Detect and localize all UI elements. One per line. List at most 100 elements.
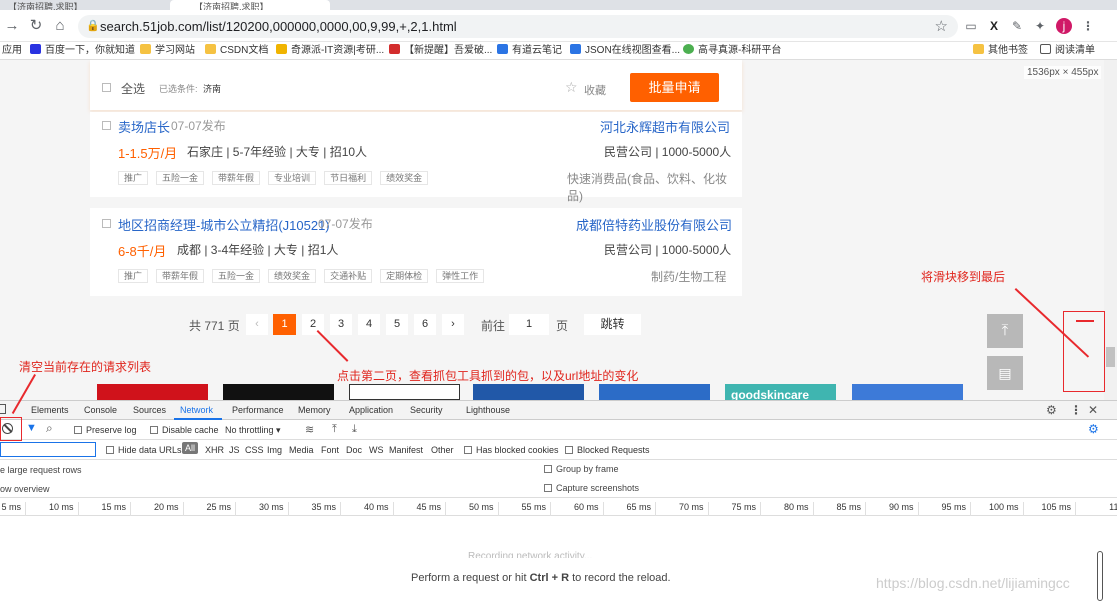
goto-page-input[interactable]: 1 (509, 314, 549, 335)
bookmark-item[interactable]: 奇源派-IT资源|考研... (276, 44, 384, 58)
blocked-requests-toggle[interactable]: Blocked Requests (565, 445, 650, 455)
job-title[interactable]: 卖场店长 (118, 117, 170, 136)
device-toolbar-icon[interactable] (0, 404, 6, 414)
page-3-button[interactable]: 3 (330, 314, 352, 335)
browser-tab-active[interactable]: 【济南招聘,求职】 (170, 0, 330, 10)
preserve-log-toggle[interactable]: Preserve log (74, 425, 137, 435)
ad-banner[interactable] (349, 384, 460, 400)
page-scrollbar[interactable] (1104, 60, 1117, 400)
tab-console[interactable]: Console (84, 405, 117, 415)
ad-banner[interactable] (852, 384, 963, 400)
forward-icon[interactable]: → (2, 16, 22, 36)
tab-performance[interactable]: Performance (232, 405, 284, 415)
timeline-tick: 80 ms (762, 502, 814, 516)
bookmark-item[interactable]: 高寻真源-科研平台 (683, 44, 781, 58)
tab-sources[interactable]: Sources (133, 405, 166, 415)
search-icon[interactable]: ⌕ (46, 421, 53, 436)
devtools-menu-icon[interactable]: ⋮ (1070, 403, 1082, 417)
page-6-button[interactable]: 6 (414, 314, 436, 335)
next-page-button[interactable]: › (442, 314, 464, 335)
reading-list[interactable]: 阅读清单 (1040, 44, 1095, 58)
filter-type-js[interactable]: JS (229, 445, 240, 455)
menu-kebab-icon[interactable]: ⋮ (1080, 18, 1096, 34)
bookmark-item[interactable]: JSON在线视图查看... (570, 44, 680, 58)
back-to-top-icon[interactable]: ⤒ (987, 314, 1023, 348)
filter-type-doc[interactable]: Doc (346, 445, 362, 455)
profile-avatar[interactable]: j (1056, 18, 1072, 34)
ad-banner[interactable] (223, 384, 334, 400)
close-devtools-icon[interactable]: ✕ (1088, 403, 1098, 417)
ad-banner[interactable]: goodskincare (725, 384, 836, 400)
tab-memory[interactable]: Memory (298, 405, 331, 415)
show-overview-toggle[interactable]: ow overview (0, 484, 50, 494)
job-card[interactable]: 卖场店长 07-07发布 河北永辉超市有限公司 1-1.5万/月 石家庄 | 5… (90, 112, 742, 203)
bookmark-apps[interactable]: 应用 (2, 44, 22, 58)
bookmark-item[interactable]: CSDN文档 (205, 44, 268, 58)
feedback-icon[interactable]: ▤ (987, 356, 1023, 390)
reload-icon[interactable]: ↻ (26, 16, 46, 36)
capture-screenshots-toggle[interactable]: Capture screenshots (544, 483, 639, 493)
import-har-icon[interactable]: ⤒ (332, 423, 337, 436)
tab-network[interactable]: Network (180, 405, 213, 415)
extension-feather-icon[interactable]: ✎ (1009, 18, 1025, 34)
filter-type-font[interactable]: Font (321, 445, 339, 455)
favorite-button[interactable]: 收藏 (584, 82, 606, 98)
ad-banner[interactable] (599, 384, 710, 400)
filter-type-img[interactable]: Img (267, 445, 282, 455)
bookmark-star-icon[interactable]: ☆ (935, 17, 948, 35)
job-checkbox[interactable] (102, 219, 111, 228)
page-1-button[interactable]: 1 (273, 314, 296, 335)
network-settings-icon[interactable]: ⚙ (1088, 422, 1099, 436)
filter-type-media[interactable]: Media (289, 445, 314, 455)
bookmark-item[interactable]: 有道云笔记 (497, 44, 562, 58)
group-by-frame-toggle[interactable]: Group by frame (544, 464, 619, 474)
filter-type-css[interactable]: CSS (245, 445, 264, 455)
home-icon[interactable]: ⌂ (50, 16, 70, 36)
filter-type-xhr[interactable]: XHR (205, 445, 224, 455)
ad-banner[interactable] (97, 384, 208, 400)
filter-type-ws[interactable]: WS (369, 445, 384, 455)
page-5-button[interactable]: 5 (386, 314, 408, 335)
settings-gear-icon[interactable]: ⚙ (1046, 403, 1057, 417)
company-name[interactable]: 河北永辉超市有限公司 (600, 117, 730, 136)
page-4-button[interactable]: 4 (358, 314, 380, 335)
bookmark-item[interactable]: 【新提醒】吾爱破... (389, 44, 492, 58)
filter-icon[interactable]: ▼ (26, 422, 37, 434)
extension-translate-icon[interactable]: ▭ (963, 18, 979, 34)
select-all-checkbox[interactable] (102, 83, 111, 92)
filter-type-other[interactable]: Other (431, 445, 454, 455)
bookmark-item[interactable]: 百度一下，你就知道 (30, 44, 135, 58)
throttling-select[interactable]: No throttling ▾ (225, 425, 281, 436)
browser-tab[interactable]: 【济南招聘,求职】 (8, 0, 158, 10)
prev-page-button[interactable]: ‹ (246, 314, 268, 335)
job-checkbox[interactable] (102, 121, 111, 130)
job-tag: 五险一金 (156, 171, 205, 185)
tab-security[interactable]: Security (410, 405, 443, 415)
scrollbar-thumb[interactable] (1106, 347, 1115, 367)
ad-banner[interactable] (473, 384, 584, 400)
extensions-puzzle-icon[interactable]: ✦ (1032, 18, 1048, 34)
export-har-icon[interactable]: ⤓ (352, 423, 357, 436)
favorite-star-icon[interactable]: ☆ (565, 79, 578, 96)
bookmark-item[interactable]: 其他书签 (973, 44, 1028, 58)
batch-apply-button[interactable]: 批量申请 (630, 73, 719, 102)
tab-lighthouse[interactable]: Lighthouse (466, 405, 510, 415)
jump-button[interactable]: 跳转 (584, 314, 641, 335)
drawer-resizer[interactable] (1097, 551, 1103, 601)
bookmark-item[interactable]: 学习网站 (140, 44, 195, 58)
extension-x-icon[interactable]: X (986, 18, 1002, 34)
job-title[interactable]: 地区招商经理-城市公立精招(J10521) (118, 215, 330, 234)
filter-type-manifest[interactable]: Manifest (389, 445, 423, 455)
address-bar[interactable]: 🔒 search.51job.com/list/120200,000000,00… (78, 15, 958, 38)
disable-cache-toggle[interactable]: Disable cache (150, 425, 219, 435)
tab-elements[interactable]: Elements (31, 405, 69, 415)
tab-application[interactable]: Application (349, 405, 393, 415)
filter-input[interactable] (0, 442, 96, 457)
job-card[interactable]: 地区招商经理-城市公立精招(J10521) 07-07发布 成都倍特药业股份有限… (90, 208, 742, 296)
large-rows-toggle[interactable]: e large request rows (0, 465, 82, 475)
has-blocked-cookies-toggle[interactable]: Has blocked cookies (464, 445, 559, 455)
company-name[interactable]: 成都倍特药业股份有限公司 (576, 215, 732, 234)
hide-data-urls-toggle[interactable]: Hide data URLs (106, 445, 182, 455)
filter-type-all[interactable]: All (182, 442, 199, 454)
network-conditions-icon[interactable]: ≋ (305, 423, 314, 436)
